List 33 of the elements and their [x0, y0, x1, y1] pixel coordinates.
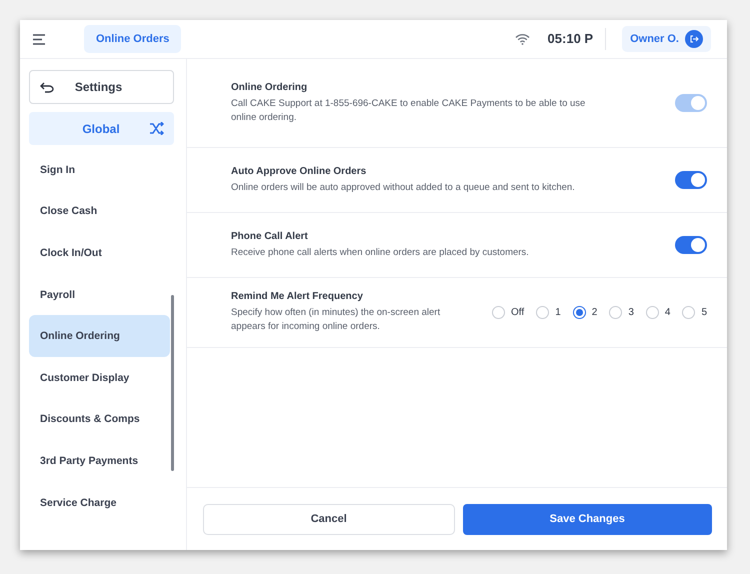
- logout-icon: [685, 30, 703, 48]
- wifi-icon: [514, 33, 530, 45]
- setting-description: Receive phone call alerts when online orders are placed by customers.: [231, 246, 530, 260]
- sidebar-item[interactable]: Sign In: [29, 149, 170, 191]
- sidebar-item[interactable]: Close Cash: [29, 190, 170, 232]
- sidebar-item[interactable]: Online Ordering: [29, 315, 170, 357]
- menu-icon[interactable]: [32, 34, 46, 44]
- setting-title: Online Ordering: [231, 82, 308, 92]
- shuffle-icon: [149, 122, 164, 135]
- sidebar-item[interactable]: Payroll: [29, 274, 170, 316]
- setting-description: Call CAKE Support at 1-855-696-CAKE to enable CAKE Payments to be able to use online ordering.: [231, 96, 586, 124]
- sidebar-item[interactable]: Customer Display: [29, 356, 170, 399]
- setting-description: Specify how often (in minutes) the on-screen alert appears for incoming online orders.: [231, 306, 442, 334]
- scrollbar[interactable]: [171, 295, 174, 471]
- online-orders-tab[interactable]: Online Orders: [84, 25, 182, 53]
- radio-option[interactable]: Off: [492, 306, 524, 319]
- setting-title: Remind Me Alert Frequency: [231, 291, 364, 302]
- setting-description: Online orders will be auto approved without added to a queue and sent to kitchen.: [231, 180, 576, 194]
- cancel-button[interactable]: Cancel: [203, 504, 454, 534]
- clock-time: 05:10 P: [548, 28, 606, 50]
- user-button[interactable]: Owner O.: [622, 26, 711, 52]
- toggle-switch[interactable]: [675, 236, 707, 254]
- save-changes-button[interactable]: Save Changes: [462, 504, 712, 534]
- global-scope-button[interactable]: Global: [29, 112, 174, 145]
- sidebar-item[interactable]: Clock In/Out: [29, 232, 170, 274]
- sidebar-item[interactable]: Service Charge: [29, 482, 170, 524]
- setting-title: Auto Approve Online Orders: [231, 166, 368, 176]
- toggle-switch[interactable]: [675, 171, 707, 189]
- back-arrow-icon: [40, 82, 54, 92]
- sidebar-item[interactable]: Discounts & Comps: [29, 398, 170, 440]
- sidebar-item[interactable]: 3rd Party Payments: [29, 440, 170, 482]
- setting-title: Phone Call Alert: [231, 230, 309, 242]
- settings-back-button[interactable]: Settings: [29, 70, 174, 104]
